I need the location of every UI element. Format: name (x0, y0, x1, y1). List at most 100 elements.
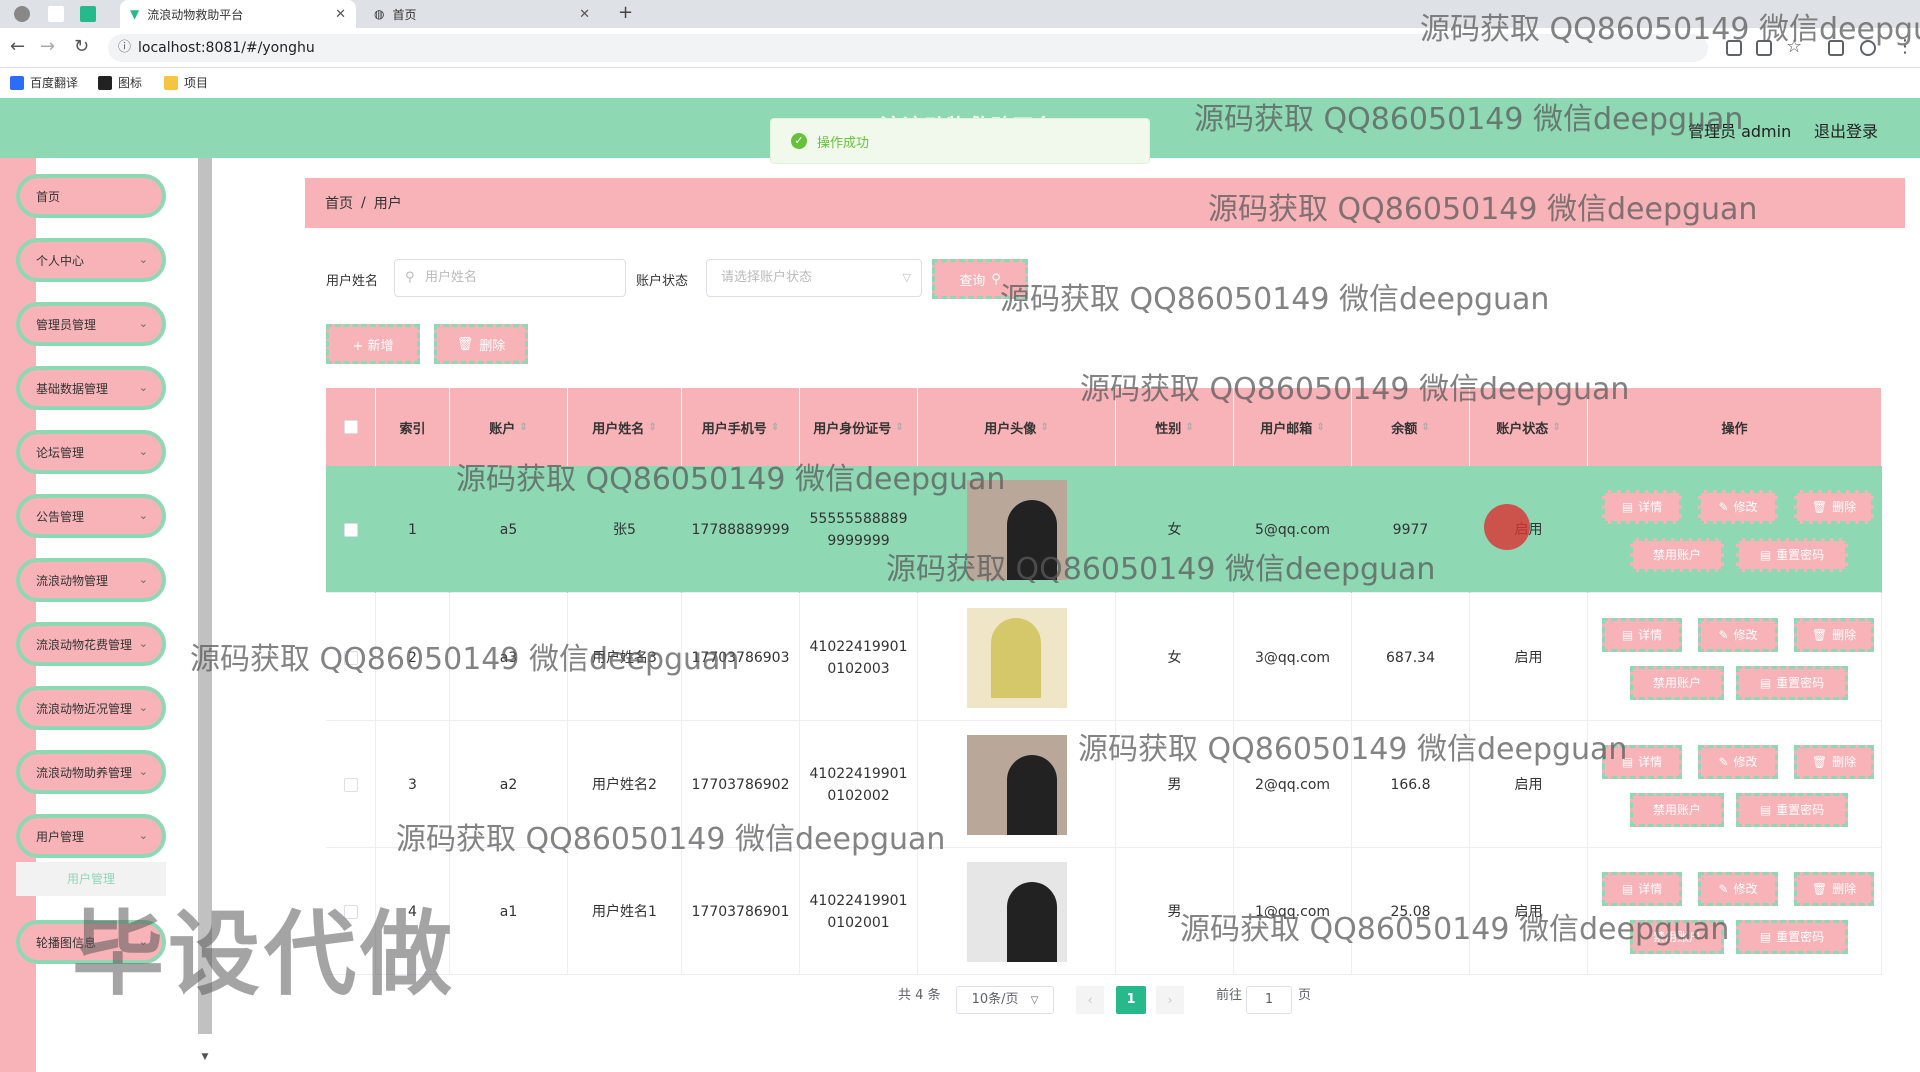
next-page-button[interactable]: › (1156, 986, 1184, 1014)
new-tab-button[interactable]: + (618, 2, 633, 23)
vue-logo-icon: ▼ (130, 7, 140, 21)
sort-icon[interactable]: ⇕ (771, 422, 779, 433)
reset-password-button[interactable]: ▤ 重置密码 (1736, 793, 1848, 827)
tab-close-icon[interactable]: ✕ (579, 7, 590, 22)
sort-icon[interactable]: ⇕ (1316, 422, 1324, 433)
row-checkbox-cell[interactable] (326, 466, 376, 593)
detail-icon: ▤ (1621, 500, 1634, 514)
sidebar-item[interactable]: 用户管理 ⌄ (16, 814, 166, 858)
detail-button[interactable]: ▤ 详情 (1602, 618, 1682, 652)
delete-button[interactable]: 🗑 删除 (1794, 872, 1874, 906)
delete-button[interactable]: 🗑 删除 (1794, 490, 1874, 524)
back-icon[interactable]: ← (10, 36, 25, 57)
prev-page-button[interactable]: ‹ (1076, 986, 1104, 1014)
batch-delete-button[interactable]: 🗑 删除 (434, 324, 528, 364)
sidebar-item[interactable]: 首页 (16, 174, 166, 218)
edit-button[interactable]: ✎ 修改 (1698, 745, 1778, 779)
id-card-line: 0102002 (827, 787, 890, 804)
current-page-button[interactable]: 1 (1116, 986, 1146, 1014)
sidebar-item[interactable]: 基础数据管理 ⌄ (16, 366, 166, 410)
sort-icon[interactable]: ⇕ (1421, 422, 1429, 433)
sidebar-item[interactable]: 流浪动物花费管理 ⌄ (16, 622, 166, 666)
breadcrumb-home[interactable]: 首页 (325, 193, 353, 213)
avatar-figure (1006, 881, 1057, 962)
name-search-input[interactable]: ⚲ 用户姓名 (394, 259, 626, 297)
tab-page-icon[interactable] (48, 6, 64, 22)
sidebar-item[interactable]: 公告管理 ⌄ (16, 494, 166, 538)
edit-button[interactable]: ✎ 修改 (1698, 490, 1778, 524)
avatar[interactable] (966, 861, 1067, 962)
status-label: 账户状态 (636, 274, 689, 289)
sort-icon[interactable]: ⇕ (1185, 422, 1193, 433)
page-size-select[interactable]: 10条/页 ▽ (956, 986, 1054, 1014)
chevron-down-icon: ▽ (1030, 995, 1039, 1006)
disable-account-button[interactable]: 禁用账户 (1630, 793, 1724, 827)
delete-icon: 🗑 (1811, 882, 1828, 896)
page-suffix: 页 (1298, 988, 1312, 1003)
id-card-line: 0102001 (827, 914, 890, 931)
delete-button[interactable]: 🗑 删除 (1794, 618, 1874, 652)
row-checkbox[interactable] (343, 777, 358, 792)
select-all-checkbox-cell[interactable] (326, 388, 376, 466)
forward-icon[interactable]: → (40, 36, 55, 57)
sort-icon[interactable]: ⇕ (648, 422, 656, 433)
add-button[interactable]: + 新增 (326, 324, 420, 364)
tab-close-icon[interactable]: ✕ (335, 7, 346, 22)
delete-icon: 🗑 (1811, 755, 1828, 769)
logout-link[interactable]: 退出登录 (1814, 118, 1878, 142)
tab-rescue-platform[interactable]: ▼ 流浪动物救助平台 ✕ (120, 0, 356, 28)
status-select[interactable]: 请选择账户状态 ▽ (706, 259, 922, 297)
pagination-total: 共 4 条 (898, 988, 941, 1003)
edit-icon: ✎ (1718, 628, 1729, 642)
id-card-cell: 41022419901 0102003 (800, 594, 918, 721)
vue-icon[interactable] (80, 6, 96, 22)
bookmark-icons[interactable]: 图标 (98, 74, 142, 91)
reset-password-button[interactable]: ▤ 重置密码 (1736, 666, 1848, 700)
sidebar-item[interactable]: 管理员管理 ⌄ (16, 302, 166, 346)
name-label: 用户姓名 (326, 274, 379, 289)
sidebar-item[interactable]: 论坛管理 ⌄ (16, 430, 166, 474)
bookmark-project[interactable]: 项目 (164, 74, 208, 91)
detail-button[interactable]: ▤ 详情 (1602, 490, 1682, 524)
detail-button[interactable]: ▤ 详情 (1602, 872, 1682, 906)
disable-account-button[interactable]: 禁用账户 (1630, 666, 1724, 700)
goto-label: 前往 (1216, 988, 1243, 1003)
watermark-text: 源码获取 QQ86050149 微信deepguan (1208, 192, 1758, 227)
tab-home[interactable]: ◍ 首页 ✕ (364, 0, 600, 28)
chevron-down-icon: ⌄ (138, 701, 148, 714)
success-toast: ✓ 操作成功 (770, 118, 1150, 164)
actions-cell: ▤ 详情 ✎ 修改 🗑 删除禁用账户 ▤ 重置密码 (1588, 466, 1882, 593)
sidebar-item[interactable]: 个人中心 ⌄ (16, 238, 166, 282)
chevron-down-icon: ⌄ (138, 445, 148, 458)
avatar-cell (918, 594, 1116, 721)
sidebar-item[interactable]: 流浪动物助养管理 ⌄ (16, 750, 166, 794)
detail-icon: ▤ (1621, 882, 1634, 896)
back-history-icon[interactable] (14, 6, 30, 22)
scroll-down-arrow-icon[interactable]: ▼ (198, 1052, 212, 1062)
disable-account-button[interactable]: 禁用账户 (1630, 538, 1724, 572)
watermark-text: 源码获取 QQ86050149 微信deepguan (1078, 732, 1628, 767)
status-cell: 启用 (1470, 594, 1588, 721)
row-checkbox-cell[interactable] (326, 721, 376, 848)
sort-icon[interactable]: ⇕ (895, 422, 903, 433)
goto-page-input[interactable]: 1 (1246, 986, 1292, 1014)
info-icon[interactable]: ⓘ (118, 34, 131, 62)
row-checkbox[interactable] (343, 522, 358, 537)
sort-icon[interactable]: ⇕ (1552, 422, 1560, 433)
bookmark-baidu-translate[interactable]: 百度翻译 (10, 74, 78, 91)
reload-icon[interactable]: ↻ (74, 36, 89, 57)
sidebar-item[interactable]: 流浪动物管理 ⌄ (16, 558, 166, 602)
sort-icon[interactable]: ⇕ (519, 422, 527, 433)
sidebar-item[interactable]: 流浪动物近况管理 ⌄ (16, 686, 166, 730)
reset-password-button[interactable]: ▤ 重置密码 (1736, 538, 1848, 572)
avatar[interactable] (966, 734, 1067, 835)
select-all-checkbox[interactable] (343, 420, 358, 434)
edit-button[interactable]: ✎ 修改 (1698, 618, 1778, 652)
watermark-text: 源码获取 QQ86050149 微信deepguan (1080, 372, 1630, 407)
delete-button[interactable]: 🗑 删除 (1794, 745, 1874, 779)
edit-button[interactable]: ✎ 修改 (1698, 872, 1778, 906)
avatar[interactable] (966, 607, 1067, 708)
sort-icon[interactable]: ⇕ (1040, 422, 1048, 433)
gender-cell: 女 (1116, 594, 1234, 721)
reset-password-button[interactable]: ▤ 重置密码 (1736, 920, 1848, 954)
